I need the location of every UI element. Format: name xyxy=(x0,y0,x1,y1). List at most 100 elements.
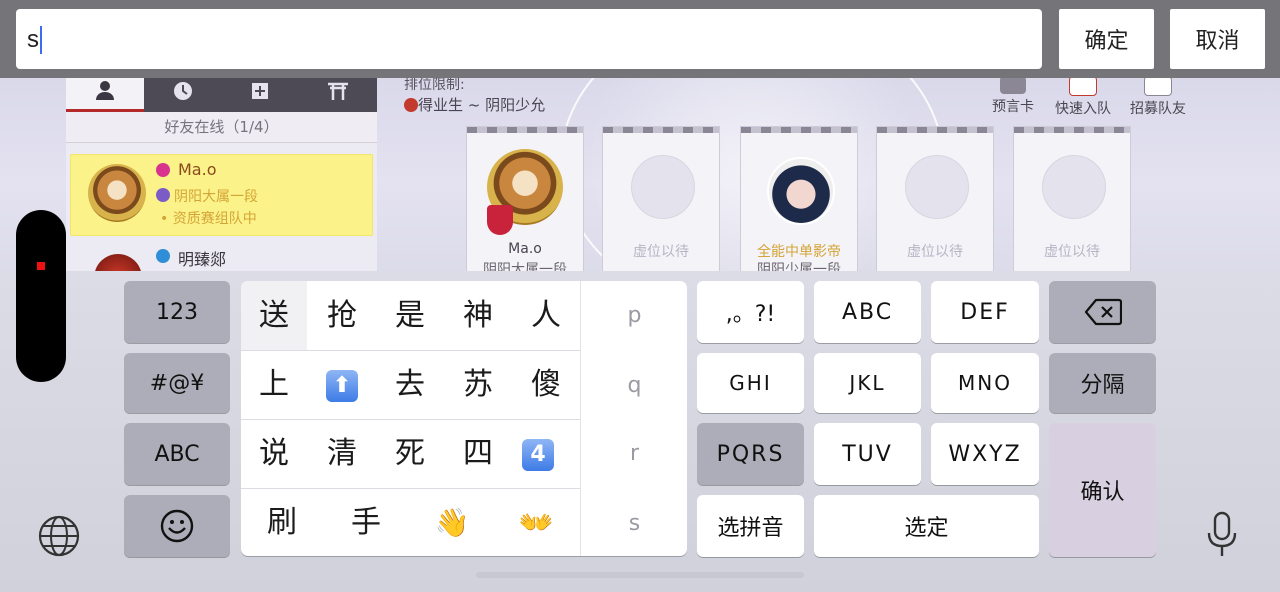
pinyin-option[interactable]: q xyxy=(581,373,687,398)
emoji-key[interactable] xyxy=(124,495,230,557)
select-pinyin-key[interactable]: 选拼音 xyxy=(697,495,804,557)
friend-status: • 资质赛组队中 xyxy=(160,211,257,227)
friend-name: 明臻郯 xyxy=(178,250,227,269)
input-text: s xyxy=(27,26,39,53)
prophecy-card-button[interactable]: 预言卡 xyxy=(977,76,1049,116)
select-confirm-key[interactable]: 选定 xyxy=(814,495,1039,557)
candidate[interactable]: 清 xyxy=(309,419,375,488)
numbers-key[interactable]: 123 xyxy=(124,281,230,343)
empty-avatar xyxy=(905,155,969,219)
tuv-key[interactable]: TUV xyxy=(814,423,921,485)
recording-dot-icon xyxy=(37,262,45,270)
candidate[interactable]: 刷 xyxy=(249,488,315,556)
candidate-emoji[interactable]: ⬆ xyxy=(309,350,375,419)
jkl-key[interactable]: JKL xyxy=(814,353,921,413)
candidate[interactable]: 四 xyxy=(445,419,511,488)
abc-key[interactable]: ABC xyxy=(814,281,921,343)
candidate[interactable]: 是 xyxy=(377,281,443,350)
candidate-row: 说 清 死 四 4 xyxy=(241,419,580,489)
punctuation-key[interactable]: ,。?! xyxy=(697,281,804,343)
ghi-key[interactable]: GHI xyxy=(697,353,804,413)
candidate[interactable]: 上 xyxy=(241,350,307,419)
slot-label: Ma.o xyxy=(508,241,542,257)
mno-key[interactable]: MNO xyxy=(931,353,1039,413)
friend-panel: 好友在线（1/4） Ma.o 阴阳大属一段 • 资质赛组队中 明臻郯 xyxy=(66,70,377,275)
home-indicator[interactable] xyxy=(476,572,804,578)
microphone-icon xyxy=(1207,511,1237,556)
rank-range: 得业生 ~ 阴阳少允 xyxy=(404,94,545,115)
team-slot[interactable]: 全能中单影帝 阴阳少属一段 xyxy=(740,126,858,275)
screen-recording-indicator[interactable] xyxy=(16,210,66,382)
gender-icon xyxy=(156,249,170,263)
confirm-button[interactable]: 确定 xyxy=(1059,9,1154,69)
game-background: 好友在线（1/4） Ma.o 阴阳大属一段 • 资质赛组队中 明臻郯 排位限制:… xyxy=(0,70,1280,275)
friend-rank: 阴阳大属一段 xyxy=(174,189,258,205)
recruit-button[interactable]: 招募队友 xyxy=(1122,76,1194,118)
delete-icon xyxy=(1084,298,1122,326)
quick-join-button[interactable]: 快速入队 xyxy=(1047,76,1119,118)
slot-band xyxy=(467,127,583,133)
up-arrow-emoji-icon: ⬆ xyxy=(326,369,358,402)
plus-box-icon xyxy=(252,83,269,99)
candidate[interactable]: 手 xyxy=(333,488,399,556)
torii-icon xyxy=(328,82,349,100)
friend-row[interactable]: Ma.o 阴阳大属一段 • 资质赛组队中 xyxy=(70,154,373,236)
slot-label: 虚位以待 xyxy=(1044,244,1100,260)
cancel-button[interactable]: 取消 xyxy=(1170,9,1265,69)
separator-key[interactable]: 分隔 xyxy=(1049,353,1156,413)
text-caret xyxy=(40,26,42,54)
text-input[interactable]: s xyxy=(16,9,1042,69)
avatar xyxy=(88,164,146,222)
avatar xyxy=(767,157,835,225)
abc-switch-key[interactable]: ABC xyxy=(124,423,230,485)
slot-label: 全能中单影帝 xyxy=(757,244,841,260)
candidate-panel: 送 抢 是 神 人 上 ⬆ 去 苏 傻 说 清 死 四 4 刷 手 👋 👐 p … xyxy=(241,281,687,556)
symbols-key[interactable]: #@¥ xyxy=(124,353,230,413)
team-slot[interactable]: 虚位以待 xyxy=(876,126,994,275)
online-count-label: 好友在线（1/4） xyxy=(66,112,377,143)
emoji-icon xyxy=(160,509,194,543)
slot-band xyxy=(1014,127,1130,133)
candidate[interactable]: 去 xyxy=(377,350,443,419)
candidate[interactable]: 送 xyxy=(241,281,307,350)
candidate-row: 刷 手 👋 👐 xyxy=(241,488,580,556)
candidate-emoji[interactable]: 👐 xyxy=(503,488,569,556)
slot-band xyxy=(603,127,719,133)
team-slot[interactable]: Ma.o 阴阳大属一段 xyxy=(466,126,584,275)
quick-join-icon xyxy=(1069,76,1097,96)
slot-band xyxy=(877,127,993,133)
pqrs-key[interactable]: PQRS xyxy=(697,423,804,485)
candidate[interactable]: 死 xyxy=(377,419,443,488)
team-slot[interactable]: 虚位以待 xyxy=(602,126,720,275)
recruit-icon xyxy=(1144,76,1172,96)
pinyin-list: p q r s xyxy=(580,281,687,556)
globe-key[interactable] xyxy=(34,511,84,561)
recruit-label: 招募队友 xyxy=(1130,101,1186,117)
candidate[interactable]: 傻 xyxy=(513,350,579,419)
pinyin-option[interactable]: r xyxy=(581,441,687,466)
pinyin-option[interactable]: p xyxy=(581,303,687,328)
microphone-key[interactable] xyxy=(1198,507,1246,563)
confirm-key[interactable]: 确认 xyxy=(1049,423,1156,557)
wxyz-key[interactable]: WXYZ xyxy=(931,423,1039,485)
team-slot[interactable]: 虚位以待 xyxy=(1013,126,1131,275)
prophecy-card-label: 预言卡 xyxy=(992,99,1034,115)
pinyin-option[interactable]: s xyxy=(581,511,687,536)
def-key[interactable]: DEF xyxy=(931,281,1039,343)
candidate[interactable]: 神 xyxy=(445,281,511,350)
candidate[interactable]: 说 xyxy=(241,419,307,488)
rank-icon xyxy=(156,188,170,202)
keycap-four-emoji-icon: 4 xyxy=(522,438,554,471)
candidate[interactable]: 人 xyxy=(513,281,579,350)
candidate[interactable]: 苏 xyxy=(445,350,511,419)
rank-start-icon xyxy=(404,98,418,112)
friend-row[interactable]: 明臻郯 xyxy=(70,240,373,275)
clock-icon xyxy=(173,82,192,100)
card-icon xyxy=(1000,76,1026,94)
rank-badge-icon xyxy=(487,205,513,235)
candidate[interactable]: 抢 xyxy=(309,281,375,350)
delete-key[interactable] xyxy=(1049,281,1156,343)
candidate-emoji[interactable]: 👋 xyxy=(419,488,485,556)
text-input-bar: s 确定 取消 xyxy=(0,0,1280,78)
candidate-emoji[interactable]: 4 xyxy=(505,419,571,488)
